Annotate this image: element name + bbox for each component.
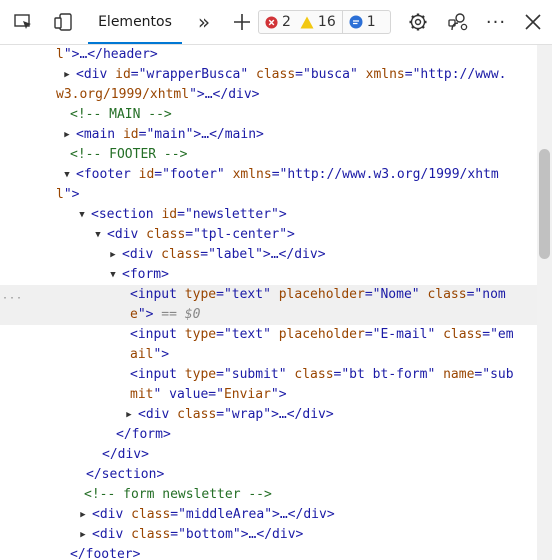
selected-node-marker: == $0 [153, 307, 201, 322]
device-emulation-icon[interactable] [48, 0, 78, 44]
dom-node-continuation: e"> == $0 [130, 307, 201, 322]
dom-node-continuation: ail"> [130, 347, 170, 362]
warnings-count: 16 [317, 14, 336, 30]
expand-triangle-icon[interactable]: ▶ [124, 405, 134, 425]
dom-node-continuation: w3.org/1999/xhtml">…</div> [56, 87, 260, 102]
dom-node[interactable]: ▶ <div class="label">…</div> [110, 245, 325, 265]
dom-node[interactable]: <input type="submit" class="bt bt-form" … [130, 365, 514, 385]
collapse-triangle-icon[interactable]: ▼ [108, 265, 118, 285]
tab-elements-label: Elementos [98, 14, 172, 30]
expand-triangle-icon[interactable]: ▶ [108, 245, 118, 265]
collapse-triangle-icon[interactable]: ▼ [77, 205, 87, 225]
message-icon [349, 15, 363, 29]
dom-node[interactable]: ▶ <div id="wrapperBusca" class="busca" xm… [64, 65, 506, 85]
dom-node[interactable]: <input type="text" placeholder="E-mail" … [130, 325, 514, 345]
info-count: 1 [366, 14, 376, 30]
collapse-triangle-icon[interactable]: ▼ [62, 165, 72, 185]
dom-closing-tag[interactable]: </form> [116, 425, 171, 445]
dom-node[interactable]: ▶ <div class="middleArea">…</div> [80, 505, 334, 525]
dom-closing-tag[interactable]: </div> [102, 445, 149, 465]
dom-closing-tag[interactable]: </section> [86, 465, 164, 485]
dom-closing-tag[interactable]: </footer> [70, 545, 140, 560]
expand-triangle-icon[interactable]: ▶ [78, 525, 88, 545]
dom-node-continuation: mit" value="Enviar"> [130, 387, 287, 402]
dom-node[interactable]: l">…</header> [56, 45, 158, 65]
error-icon [265, 15, 278, 29]
dom-node[interactable]: ▼ <footer id="footer" xmlns="http://www.w… [64, 165, 498, 185]
expand-triangle-icon[interactable]: ▶ [62, 65, 72, 85]
customize-icon[interactable] [443, 0, 473, 44]
dom-node[interactable]: ▼ <form> [110, 265, 169, 285]
tab-elements[interactable]: Elementos [88, 0, 182, 44]
errors-group: 2 16 [259, 11, 342, 33]
warning-icon [300, 16, 314, 28]
dom-comment[interactable]: <!-- MAIN --> [70, 105, 172, 125]
dom-tree[interactable]: ··· l">…</header> ▶ <div id="wrapperBusca… [0, 45, 537, 560]
expand-triangle-icon[interactable]: ▶ [78, 505, 88, 525]
devtools-toolbar: Elementos » 2 16 1 ··· [0, 0, 552, 45]
vertical-scrollbar[interactable] [537, 45, 552, 560]
collapse-triangle-icon[interactable]: ▼ [93, 225, 103, 245]
dom-comment[interactable]: <!-- form newsletter --> [84, 485, 272, 505]
info-group: 1 [343, 11, 382, 33]
more-tabs-icon[interactable]: » [190, 0, 218, 44]
scrollbar-thumb[interactable] [539, 149, 550, 259]
dom-node[interactable]: ▶ <main id="main">…</main> [64, 125, 264, 145]
issues-counter[interactable]: 2 16 1 [258, 10, 391, 34]
more-options-icon[interactable]: ··· [481, 0, 511, 44]
add-tab-icon[interactable] [228, 0, 256, 44]
expand-triangle-icon[interactable]: ▶ [62, 125, 72, 145]
selected-node-dots: ··· [2, 293, 24, 304]
dom-node[interactable]: ▼ <div class="tpl-center"> [95, 225, 295, 245]
active-tab-indicator [88, 42, 182, 44]
dom-comment[interactable]: <!-- FOOTER --> [70, 145, 187, 165]
dom-node[interactable]: ▶ <div class="wrap">…</div> [126, 405, 333, 425]
dom-node[interactable]: ▼ <section id="newsletter"> [79, 205, 286, 225]
inspect-element-icon[interactable] [8, 0, 38, 44]
dom-node[interactable]: ▶ <div class="bottom">…</div> [80, 525, 303, 545]
close-icon[interactable] [518, 0, 548, 44]
dom-node-continuation: l"> [56, 187, 80, 202]
dom-node-selected[interactable]: <input type="text" placeholder="Nome" cl… [130, 285, 506, 305]
settings-icon[interactable] [403, 0, 433, 44]
errors-count: 2 [282, 14, 291, 30]
